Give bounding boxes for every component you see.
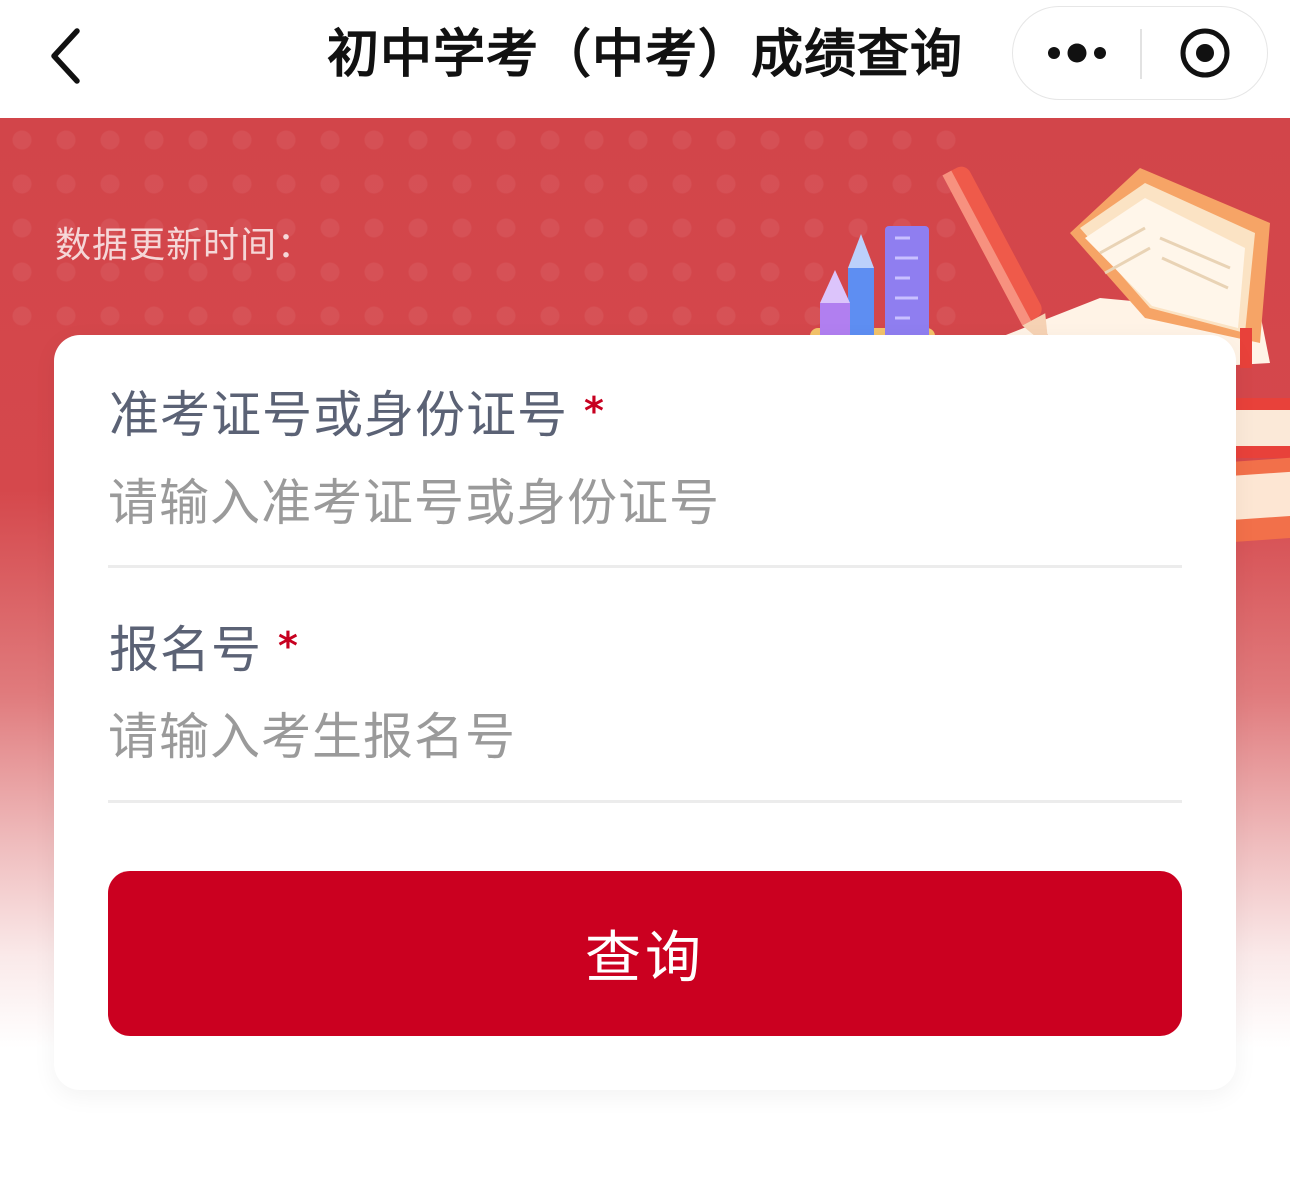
id-number-label: 准考证号或身份证号 * [109, 375, 605, 447]
target-circle-icon [1180, 28, 1230, 78]
navigation-bar: 初中学考（中考）成绩查询 [0, 0, 1290, 118]
registration-number-input[interactable] [108, 697, 1184, 777]
chevron-left-icon [51, 28, 80, 84]
update-time-label: 数据更新时间： [55, 225, 315, 266]
required-mark: * [584, 389, 605, 433]
id-number-label-text: 准考证号或身份证号 [109, 386, 568, 444]
registration-number-label: 报名号 * [109, 610, 299, 682]
query-form-card: 准考证号或身份证号 * 报名号 * 查询 [54, 335, 1236, 1090]
more-dots-icon [1048, 43, 1106, 63]
required-mark: * [278, 624, 299, 668]
more-button[interactable] [1013, 7, 1140, 99]
query-button[interactable]: 查询 [108, 871, 1182, 1036]
registration-number-label-text: 报名号 [109, 621, 262, 679]
mini-program-capsule [1012, 6, 1268, 100]
close-button[interactable] [1142, 7, 1267, 99]
page-title: 初中学考（中考）成绩查询 [326, 25, 963, 85]
back-button[interactable] [30, 18, 106, 94]
field-divider [108, 800, 1182, 803]
field-divider [108, 565, 1182, 568]
id-number-input[interactable] [108, 463, 1184, 543]
